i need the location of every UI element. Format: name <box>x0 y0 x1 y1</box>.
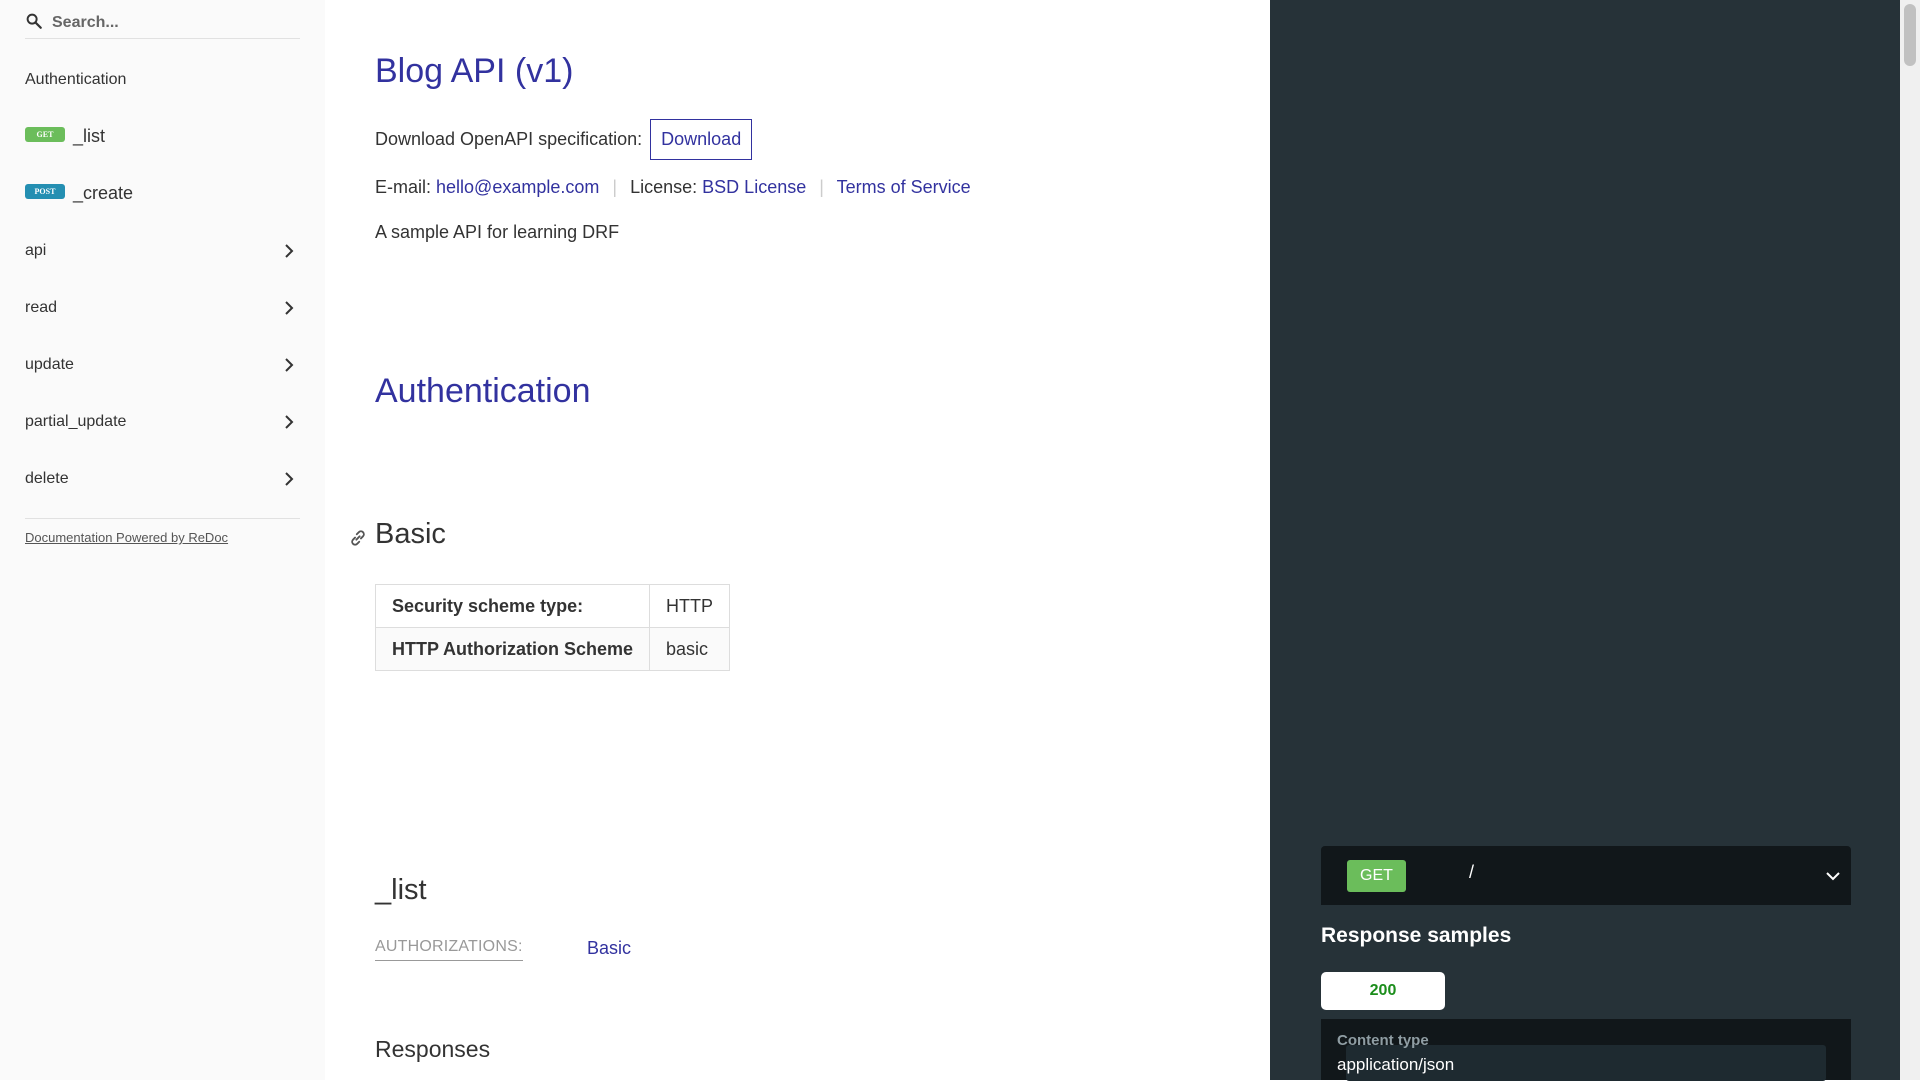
sidebar-item-label: api <box>25 241 47 259</box>
terms-link[interactable]: Terms of Service <box>837 177 971 197</box>
sidebar-item-label: _list <box>73 126 106 146</box>
api-title: Blog API (v1) <box>375 52 574 90</box>
sidebar-item-label: read <box>25 298 58 316</box>
sidebar-item-create[interactable]: POST _create <box>0 165 325 222</box>
download-text: Download OpenAPI specification: <box>375 129 643 149</box>
chevron-down-icon <box>1826 872 1840 881</box>
http-method-badge: GET <box>1347 860 1406 892</box>
table-row: Security scheme type: HTTP <box>374 584 731 628</box>
license-label: License: <box>630 177 698 197</box>
table-row: HTTP Authorization Scheme basic <box>374 627 731 671</box>
authorizations-row: AUTHORIZATIONS: Basic <box>375 938 775 966</box>
endpoint-toggle[interactable]: GET / <box>1321 846 1851 905</box>
table-value: basic <box>649 627 731 671</box>
chevron-right-icon <box>285 414 294 429</box>
basic-auth-heading: Basic <box>375 518 446 550</box>
sidebar-item-label: partial_update <box>25 412 127 430</box>
tab-status-200[interactable]: 200 <box>1321 972 1445 1010</box>
info-row: E-mail: hello@example.com | License: BSD… <box>375 177 971 198</box>
search-icon <box>26 13 42 29</box>
sidebar-item-delete[interactable]: delete <box>0 450 325 507</box>
chevron-right-icon <box>285 243 294 258</box>
email-link[interactable]: hello@example.com <box>436 177 599 197</box>
sidebar-item-authentication[interactable]: Authentication <box>0 51 325 108</box>
sidebar-divider <box>25 518 300 519</box>
sidebar-item-list[interactable]: GET _list <box>0 108 325 165</box>
chevron-right-icon <box>285 300 294 315</box>
authorizations-label: AUTHORIZATIONS: <box>375 938 523 961</box>
response-sample-box: Content type application/json <box>1321 1019 1851 1081</box>
content-type-label: Content type <box>1337 1032 1429 1049</box>
separator: | <box>819 177 824 197</box>
main-content: Blog API (v1) Download OpenAPI specifica… <box>325 0 1270 1080</box>
search-input[interactable] <box>50 10 299 36</box>
sidebar: Authentication GET _list POST _create ap… <box>0 0 325 1080</box>
separator: | <box>612 177 618 197</box>
authorization-basic-link[interactable]: Basic <box>587 938 631 959</box>
powered-by-redoc-link[interactable]: Documentation Powered by ReDoc <box>25 530 228 545</box>
link-icon[interactable] <box>348 528 368 548</box>
chevron-right-icon <box>285 357 294 372</box>
sidebar-item-label: Authentication <box>25 70 127 88</box>
get-method-badge: GET <box>25 127 65 142</box>
content-type-value: application/json <box>1337 1055 1455 1074</box>
table-value: HTTP <box>649 584 731 628</box>
sidebar-item-api[interactable]: api <box>0 222 325 279</box>
download-row: Download OpenAPI specification: Download <box>375 119 753 160</box>
responses-heading: Responses <box>375 1036 491 1062</box>
right-panel: GET / Response samples 200 Content type … <box>1270 0 1900 1081</box>
scrollbar-thumb[interactable] <box>1904 4 1916 66</box>
license-link[interactable]: BSD License <box>702 177 806 197</box>
download-button[interactable]: Download <box>650 119 753 160</box>
list-operation-heading: _list <box>375 874 427 906</box>
scrollbar[interactable] <box>1900 0 1920 1080</box>
table-key: Security scheme type: <box>374 584 651 628</box>
sidebar-item-read[interactable]: read <box>0 279 325 336</box>
table-key: HTTP Authorization Scheme <box>374 627 651 671</box>
chevron-right-icon <box>285 471 294 486</box>
response-samples-heading: Response samples <box>1321 924 1512 947</box>
sidebar-item-partial-update[interactable]: partial_update <box>0 393 325 450</box>
search-box[interactable] <box>25 6 300 39</box>
post-method-badge: POST <box>25 184 65 199</box>
email-label: E-mail: <box>375 177 432 197</box>
api-description: A sample API for learning DRF <box>375 222 620 242</box>
sidebar-menu: Authentication GET _list POST _create ap… <box>0 51 325 507</box>
sidebar-item-label: delete <box>25 469 69 487</box>
sidebar-item-label: update <box>25 355 74 373</box>
security-scheme-table: Security scheme type: HTTP HTTP Authoriz… <box>374 584 731 671</box>
sidebar-item-update[interactable]: update <box>0 336 325 393</box>
sidebar-item-label: _create <box>73 183 134 203</box>
endpoint-path: / <box>1469 862 1475 882</box>
authentication-heading: Authentication <box>375 372 591 410</box>
